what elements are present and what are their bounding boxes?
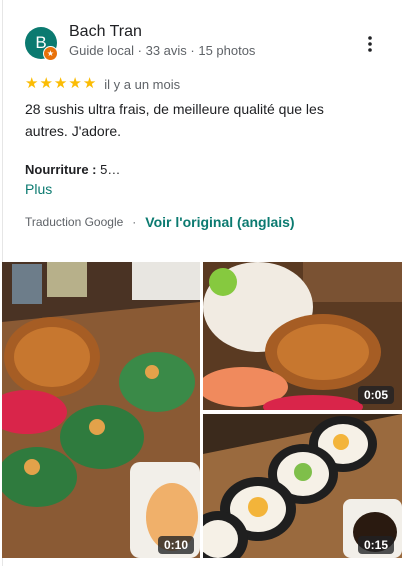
translation-label: Traduction Google [25,215,124,229]
reviewer-meta: Guide local · 33 avis · 15 photos [69,43,256,58]
star-rating: ★ ★ ★ ★ ★ [25,76,96,92]
more-link[interactable]: Plus [25,181,52,197]
review-video-1[interactable]: 0:10 [2,262,200,558]
video-duration: 0:05 [358,386,395,404]
review-time: il y a un mois [104,76,181,92]
review-card: B ★ Bach Tran Guide local · 33 avis · 15… [0,0,402,566]
rating-row: ★ ★ ★ ★ ★ il y a un mois [25,75,180,93]
food-label: Nourriture : [25,162,97,177]
star-icon: ★ [53,75,68,92]
more-options-icon[interactable] [360,34,380,54]
star-icon: ★ [39,75,53,92]
review-text: 28 sushis ultra frais, de meilleure qual… [25,101,324,139]
star-icon: ★ [82,75,97,92]
review-video-3[interactable]: 0:15 [203,414,402,558]
see-original-link[interactable]: Voir l'original (anglais) [145,214,294,230]
sushi-platter-image [2,262,200,558]
star-icon: ★ [68,75,82,92]
avatar[interactable]: B ★ [25,27,58,61]
star-icon: ★ [25,75,39,92]
food-value: 5… [100,162,121,177]
translation-row: Traduction Google · Voir l'original (ang… [25,214,295,230]
reviewer-name[interactable]: Bach Tran [69,23,142,41]
video-duration: 0:15 [358,536,395,554]
separator-dot: · [132,215,137,229]
review-video-2[interactable]: 0:05 [203,262,402,410]
video-duration: 0:10 [158,536,195,554]
local-guide-badge-icon: ★ [43,46,58,61]
food-rating-line: Nourriture : 5… [25,162,120,177]
